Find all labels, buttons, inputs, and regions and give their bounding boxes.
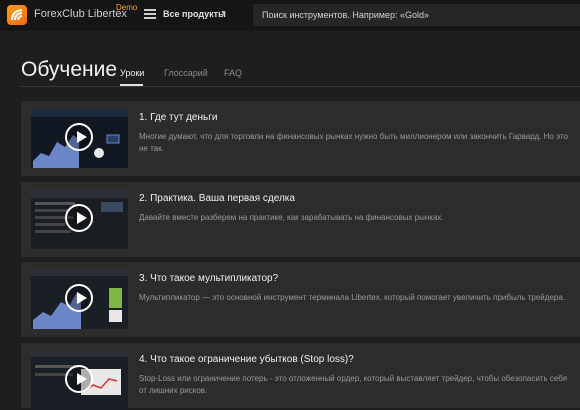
top-bar: ForexClub Libertex Demo Все продукты ▼: [0, 0, 580, 31]
lesson-description: Давайте вместе разберем на практике, как…: [139, 213, 444, 222]
play-icon[interactable]: [65, 365, 93, 393]
page-title: Обучение: [21, 58, 118, 81]
brand-name: ForexClub Libertex: [34, 8, 127, 20]
lesson-description: Мультипликатор — это основной инструмент…: [139, 293, 566, 302]
all-products-dropdown[interactable]: Все продукты: [163, 9, 226, 19]
lesson-video-thumbnail[interactable]: [31, 109, 128, 168]
lesson-description: Многие думают, что для торговли на финан…: [139, 132, 568, 153]
tab-glossary[interactable]: Глоссарий: [164, 68, 208, 78]
lesson-title[interactable]: 3. Что такое мультипликатор?: [139, 273, 278, 284]
tab-faq[interactable]: FAQ: [224, 68, 242, 78]
lesson-title[interactable]: 2. Практика. Ваша первая сделка: [139, 193, 295, 204]
tabs-divider: [21, 86, 580, 87]
tab-lessons[interactable]: Уроки: [120, 68, 144, 78]
lesson-title[interactable]: 4. Что такое ограничение убытков (Stop l…: [139, 354, 354, 365]
demo-badge: Demo: [116, 3, 138, 12]
lesson-video-thumbnail[interactable]: [31, 270, 128, 329]
lesson-card[interactable]: 4. Что такое ограничение убытков (Stop l…: [21, 343, 580, 410]
lesson-card[interactable]: 3. Что такое мультипликатор? Мультиплика…: [21, 262, 580, 337]
lesson-card[interactable]: 1. Где тут деньги Многие думают, что для…: [21, 101, 580, 176]
chevron-down-icon[interactable]: ▼: [220, 10, 227, 17]
lesson-card[interactable]: 2. Практика. Ваша первая сделка Давайте …: [21, 182, 580, 257]
forexclub-logo-icon[interactable]: [7, 5, 27, 25]
lesson-video-thumbnail[interactable]: [31, 190, 128, 249]
lesson-video-thumbnail[interactable]: [31, 351, 128, 410]
play-icon[interactable]: [65, 204, 93, 232]
play-icon[interactable]: [65, 123, 93, 151]
lesson-description: Stop-Loss или ограничение потерь - это о…: [139, 374, 567, 395]
instrument-search-input[interactable]: [253, 4, 580, 26]
play-icon[interactable]: [65, 284, 93, 312]
hamburger-icon[interactable]: [144, 9, 156, 19]
lesson-title[interactable]: 1. Где тут деньги: [139, 112, 217, 123]
